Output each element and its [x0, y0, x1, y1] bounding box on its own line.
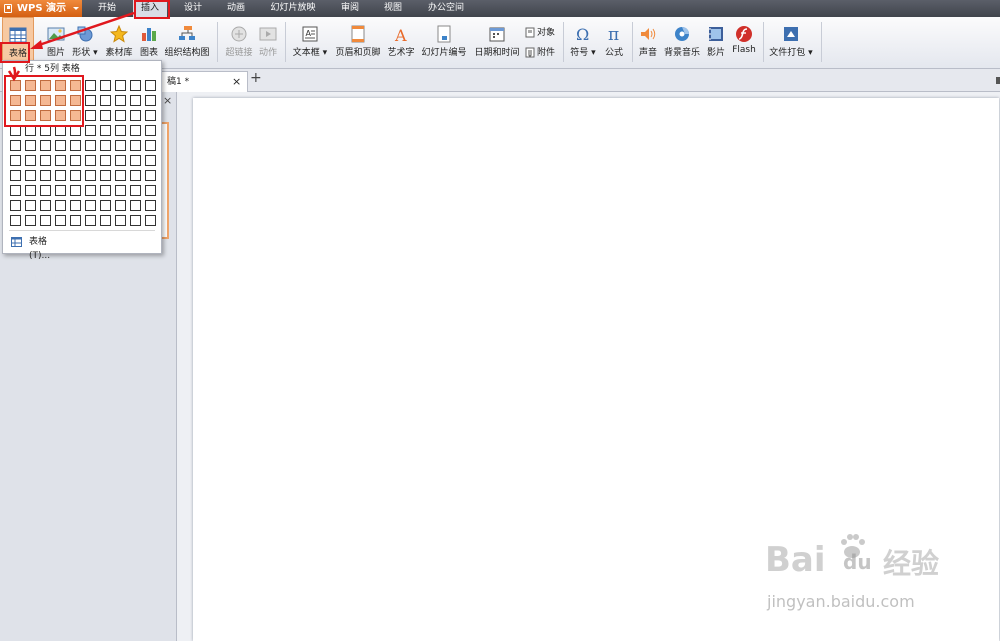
- annotation-arrows: [7, 11, 135, 82]
